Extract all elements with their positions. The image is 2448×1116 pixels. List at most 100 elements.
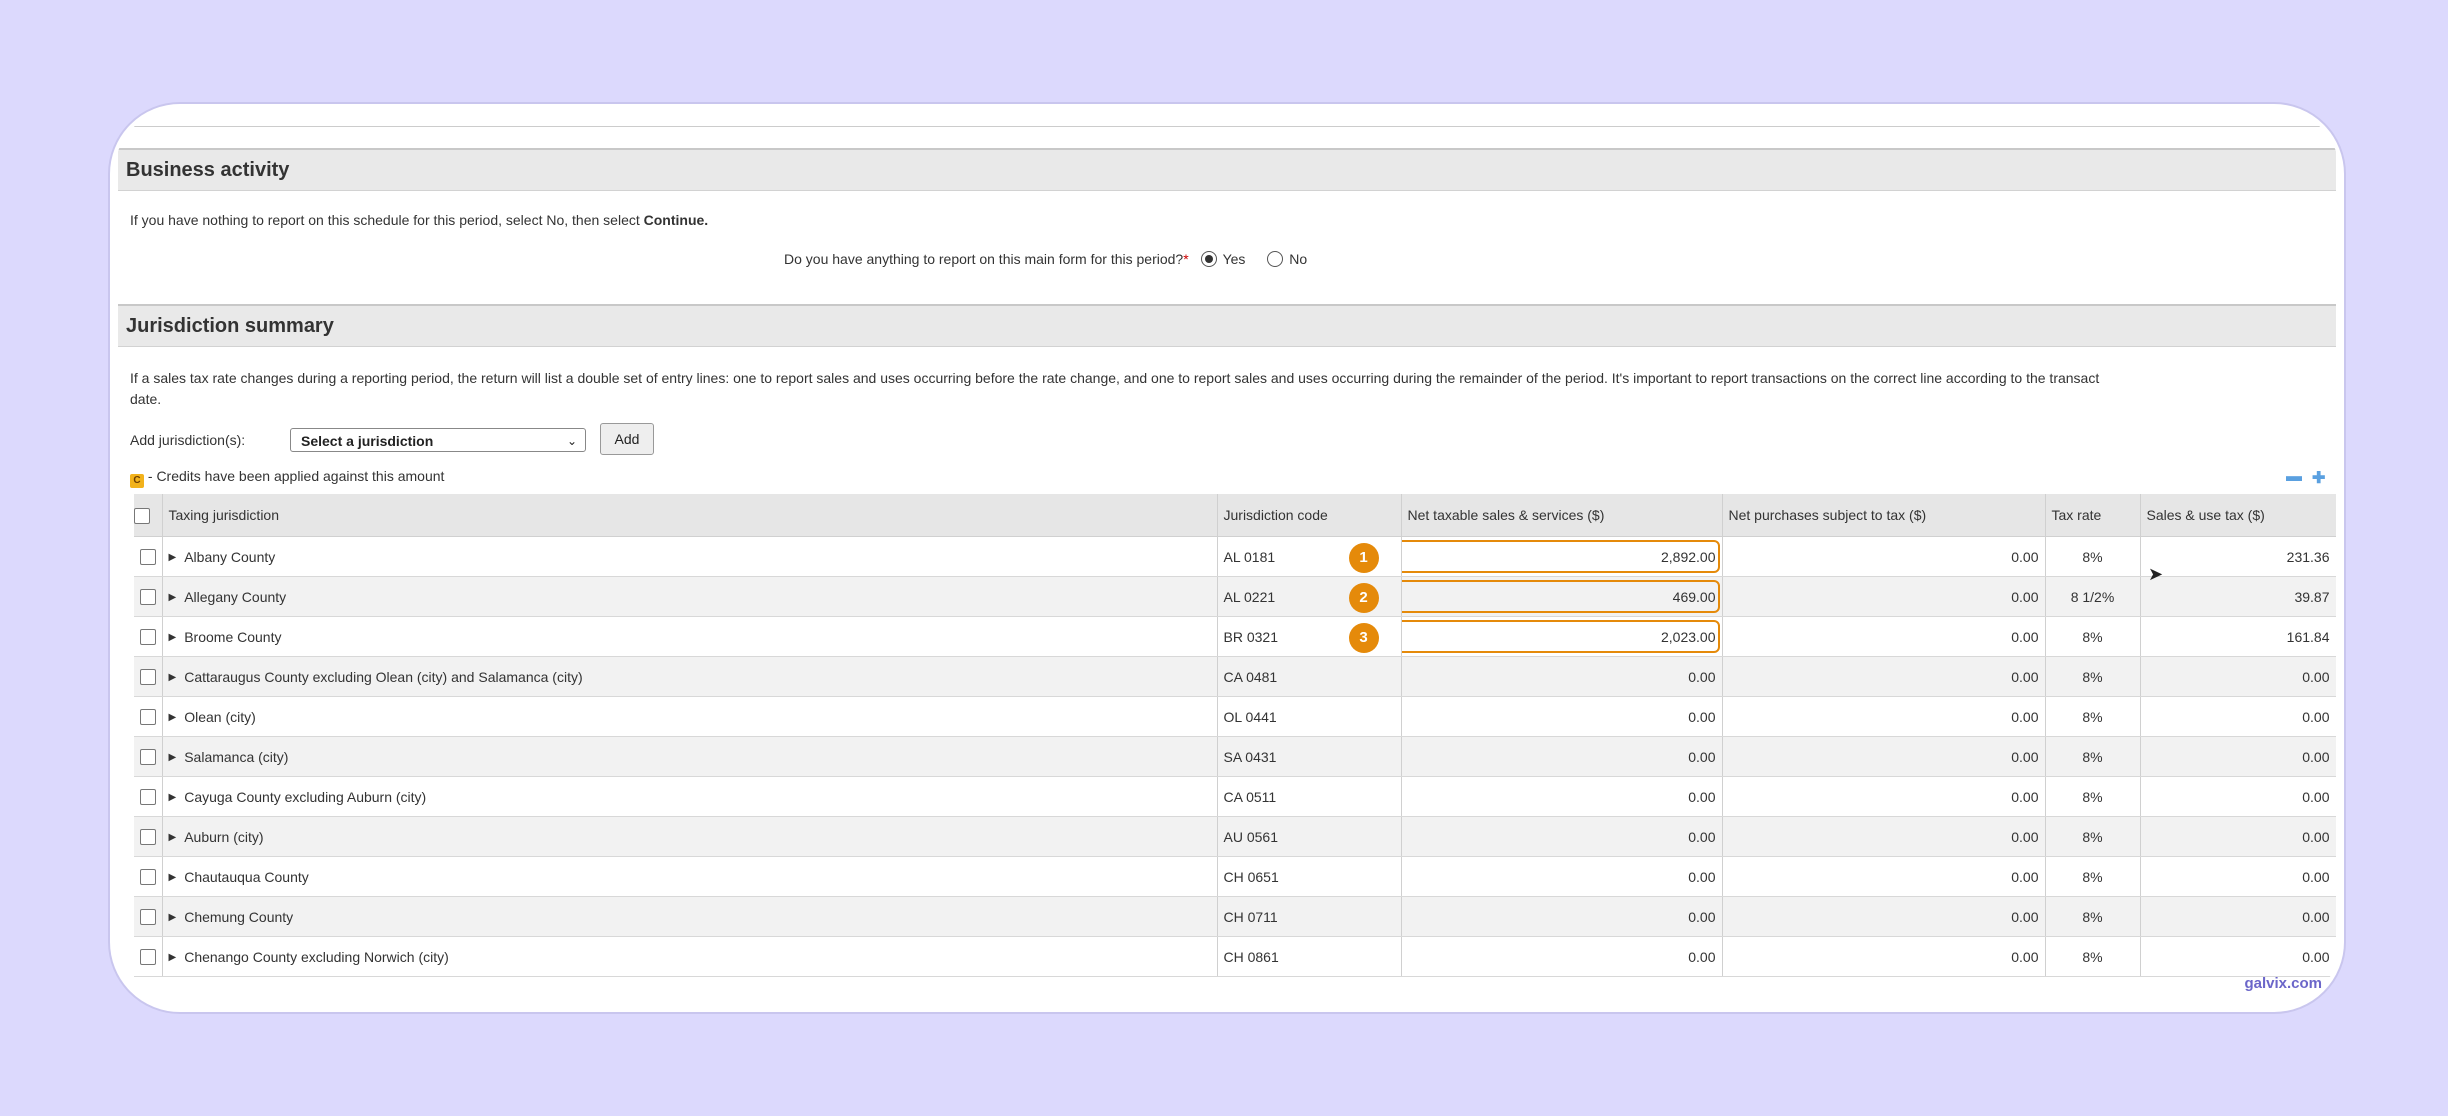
jurisdiction-code-cell: AL 0181 1 — [1217, 536, 1402, 577]
row-checkbox[interactable] — [139, 549, 156, 566]
net-purchases-input[interactable]: 0.00 — [1722, 696, 2046, 737]
net-purchases-input[interactable]: 0.00 — [1722, 656, 2046, 697]
sales-use-tax: 0.00 — [2140, 816, 2336, 857]
header-jurisdiction-code: Jurisdiction code — [1217, 494, 1402, 537]
jurisdiction-code: AU 0561 — [1217, 816, 1402, 857]
jurisdiction-code: CH 0651 — [1217, 856, 1402, 897]
net-sales-input[interactable]: 0.00 — [1401, 816, 1723, 857]
net-sales-input[interactable]: 0.00 — [1401, 696, 1723, 737]
instruction-bold: Continue. — [643, 212, 709, 228]
row-select — [134, 896, 163, 937]
table-row: ▶ Cayuga County excluding Auburn (city) C… — [134, 776, 2336, 817]
watermark: galvix.com — [2244, 975, 2322, 992]
tax-rate: 8% — [2045, 896, 2141, 937]
tax-rate: 8% — [2045, 936, 2141, 977]
business-activity-header: Business activity — [118, 148, 2336, 191]
jurisdiction-name-cell: ▶ Olean (city) — [162, 696, 1218, 737]
rate-change-note: If a sales tax rate changes during a rep… — [130, 370, 2100, 386]
expand-triangle-icon[interactable]: ▶ — [169, 752, 177, 763]
table-row: ▶ Cattaraugus County excluding Olean (cit… — [134, 656, 2336, 697]
net-purchases-input[interactable]: 0.00 — [1722, 576, 2046, 617]
expand-triangle-icon[interactable]: ▶ — [169, 592, 177, 603]
tax-rate: 8% — [2045, 776, 2141, 817]
tax-rate: 8% — [2045, 536, 2141, 577]
instruction-text: If you have nothing to report on this sc… — [130, 212, 640, 228]
expand-triangle-icon[interactable]: ▶ — [169, 632, 177, 643]
jurisdiction-name-cell: ▶ Broome County — [162, 616, 1218, 657]
jurisdiction-name-cell: ▶ Cayuga County excluding Auburn (city) — [162, 776, 1218, 817]
sales-use-tax: 161.84 — [2140, 616, 2336, 657]
net-sales-input[interactable]: 0.00 — [1401, 936, 1723, 977]
sales-use-tax: 0.00 — [2140, 856, 2336, 897]
row-checkbox[interactable] — [139, 869, 156, 886]
no-radio[interactable] — [1267, 251, 1284, 267]
row-checkbox[interactable] — [139, 589, 156, 606]
expand-triangle-icon[interactable]: ▶ — [169, 832, 177, 843]
plus-icon[interactable]: ✚ — [2312, 468, 2325, 488]
jurisdiction-name: Cayuga County excluding Auburn (city) — [184, 788, 427, 805]
select-all-header — [134, 494, 163, 537]
net-purchases-input[interactable]: 0.00 — [1722, 856, 2046, 897]
row-checkbox[interactable] — [139, 709, 156, 726]
table-row: ▶ Chenango County excluding Norwich (city… — [134, 936, 2336, 977]
row-checkbox[interactable] — [139, 789, 156, 806]
row-checkbox[interactable] — [139, 629, 156, 646]
row-checkbox[interactable] — [139, 829, 156, 846]
tax-rate: 8% — [2045, 816, 2141, 857]
row-checkbox[interactable] — [139, 749, 156, 766]
net-sales-input[interactable]: 2,892.00 — [1401, 536, 1723, 577]
select-all-checkbox[interactable] — [134, 507, 150, 524]
expand-triangle-icon[interactable]: ▶ — [169, 792, 177, 803]
jurisdiction-select[interactable]: Select a jurisdiction ⌄ — [290, 428, 586, 452]
net-sales-input[interactable]: 0.00 — [1401, 776, 1723, 817]
jurisdiction-summary-header: Jurisdiction summary — [118, 304, 2336, 347]
expand-triangle-icon[interactable]: ▶ — [169, 712, 177, 723]
no-label[interactable]: No — [1289, 251, 1307, 267]
tax-rate: 8 1/2% — [2045, 576, 2141, 617]
jurisdiction-name: Allegany County — [184, 588, 287, 605]
jurisdiction-name-cell: ▶ Auburn (city) — [162, 816, 1218, 857]
report-question: Do you have anything to report on this m… — [784, 251, 1184, 267]
expand-triangle-icon[interactable]: ▶ — [169, 552, 177, 563]
jurisdiction-code: BR 0321 — [1223, 628, 1278, 645]
net-sales-input[interactable]: 0.00 — [1401, 656, 1723, 697]
row-select — [134, 936, 163, 977]
table-row: ▶ Auburn (city) AU 0561 0.00 0.00 8% 0.00 — [134, 816, 2336, 857]
row-select — [134, 856, 163, 897]
add-jurisdiction-button[interactable]: Add — [600, 423, 654, 455]
mouse-cursor-icon: ➤ — [2148, 564, 2164, 584]
sales-use-tax: 231.36 — [2140, 536, 2336, 577]
jurisdiction-name-cell: ▶ Chenango County excluding Norwich (city… — [162, 936, 1218, 977]
row-checkbox[interactable] — [139, 909, 156, 926]
jurisdiction-name-cell: ▶ Salamanca (city) — [162, 736, 1218, 777]
net-sales-input[interactable]: 0.00 — [1401, 736, 1723, 777]
net-purchases-input[interactable]: 0.00 — [1722, 616, 2046, 657]
net-purchases-input[interactable]: 0.00 — [1722, 816, 2046, 857]
minus-icon[interactable]: ▬ — [2286, 468, 2302, 486]
net-sales-value: 2,023.00 — [1661, 628, 1716, 645]
net-purchases-input[interactable]: 0.00 — [1722, 536, 2046, 577]
table-row: ▶ Salamanca (city) SA 0431 0.00 0.00 8% 0… — [134, 736, 2336, 777]
row-checkbox[interactable] — [139, 669, 156, 686]
row-select — [134, 536, 163, 577]
net-purchases-input[interactable]: 0.00 — [1722, 896, 2046, 937]
yes-radio[interactable] — [1200, 251, 1217, 267]
net-sales-input[interactable]: 0.00 — [1401, 856, 1723, 897]
net-sales-input[interactable]: 2,023.00 — [1401, 616, 1723, 657]
net-purchases-input[interactable]: 0.00 — [1722, 936, 2046, 977]
jurisdiction-code: AL 0181 — [1223, 548, 1276, 565]
expand-triangle-icon[interactable]: ▶ — [169, 912, 177, 923]
jurisdiction-code: CH 0861 — [1217, 936, 1402, 977]
table-row: ▶ Broome County BR 0321 3 2,023.00 0.00 8%… — [134, 616, 2336, 657]
net-purchases-input[interactable]: 0.00 — [1722, 776, 2046, 817]
net-purchases-input[interactable]: 0.00 — [1722, 736, 2046, 777]
net-sales-input[interactable]: 469.00 — [1401, 576, 1723, 617]
net-sales-input[interactable]: 0.00 — [1401, 896, 1723, 937]
row-checkbox[interactable] — [139, 949, 156, 966]
expand-triangle-icon[interactable]: ▶ — [169, 952, 177, 963]
expand-triangle-icon[interactable]: ▶ — [169, 872, 177, 883]
jurisdiction-code-cell: BR 0321 3 — [1217, 616, 1402, 657]
credit-note-row: C - Credits have been applied against th… — [130, 468, 444, 488]
yes-label[interactable]: Yes — [1223, 251, 1246, 267]
expand-triangle-icon[interactable]: ▶ — [169, 672, 177, 683]
